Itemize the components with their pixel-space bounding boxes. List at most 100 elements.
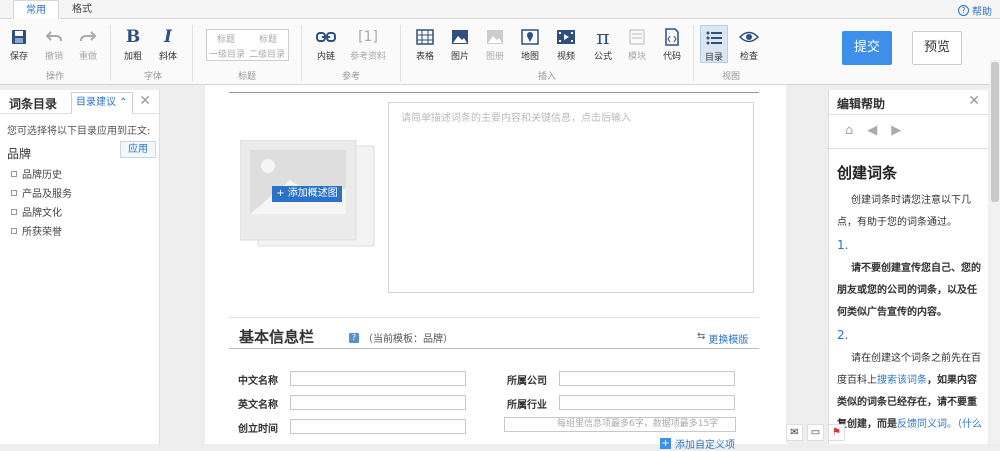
bold-icon: B bbox=[125, 27, 141, 47]
summary-textarea[interactable]: 请简单描述词条的主要内容和关键信息，点击后输入 bbox=[388, 102, 754, 293]
table-button[interactable]: 表格 bbox=[411, 27, 439, 62]
tab-common[interactable]: 常用 bbox=[13, 0, 59, 19]
submit-button[interactable]: 提交 bbox=[842, 31, 892, 65]
field-label-industry: 所属行业 bbox=[507, 400, 547, 411]
arrow-left-icon[interactable]: ◀ bbox=[867, 123, 877, 138]
toc-hint: 您可选择将以下目录应用到正文: bbox=[7, 126, 151, 137]
help-rule-1: 请不要创建宣传您自己、您的朋友或您的公司的词条，以及任何类似广告宣传的内容。 bbox=[837, 263, 981, 318]
custom-item-input[interactable]: 每组里信息项最多6字，数据项最多15字 bbox=[504, 417, 736, 432]
feedback-synonym-link[interactable]: 反馈同义词 bbox=[897, 419, 947, 430]
list-item[interactable]: 品牌文化 bbox=[11, 204, 62, 219]
help-panel-title: 编辑帮助 bbox=[837, 97, 886, 111]
info-box-title: 基本信息栏 bbox=[239, 328, 315, 346]
list-item[interactable]: 产品及服务 bbox=[11, 185, 72, 200]
album-button[interactable]: 图册 bbox=[481, 27, 509, 62]
italic-icon: I bbox=[164, 27, 172, 47]
tab-bar: 常用 格式 ? 帮助 bbox=[0, 0, 1000, 19]
code-button[interactable]: 代码 bbox=[658, 27, 686, 62]
group-operate: 操作 bbox=[45, 72, 64, 82]
redo-button[interactable]: 重做 bbox=[74, 27, 102, 62]
divider bbox=[229, 92, 759, 93]
scrollbar-thumb[interactable] bbox=[991, 62, 999, 202]
module-button[interactable]: 模块 bbox=[623, 27, 651, 62]
redo-icon bbox=[74, 27, 102, 47]
help-link[interactable]: ? 帮助 bbox=[958, 3, 992, 18]
help-rule-2: 请在创建这个词条之前先在百度百科上搜索该词条，如果内容类似的词条已经存在，请不要… bbox=[837, 353, 982, 430]
help-heading: 创建词条 bbox=[837, 164, 898, 182]
industry-input[interactable] bbox=[559, 395, 735, 410]
arrow-right-icon[interactable]: ▶ bbox=[891, 123, 901, 138]
close-icon[interactable]: ✕ bbox=[968, 93, 980, 109]
help-num-2: 2. bbox=[837, 328, 849, 342]
bullet-icon bbox=[11, 189, 17, 196]
innerlink-button[interactable]: 内链 bbox=[312, 27, 340, 62]
home-icon[interactable]: ⌂ bbox=[845, 123, 853, 138]
swap-icon: ⇆ bbox=[697, 331, 706, 342]
bullet-icon bbox=[11, 227, 17, 234]
template-note: ? （当前模板：品牌） bbox=[349, 330, 453, 345]
help-num-1: 1. bbox=[837, 238, 849, 252]
formula-button[interactable]: π 公式 bbox=[589, 25, 617, 62]
founded-input[interactable] bbox=[290, 419, 466, 434]
pi-icon: π bbox=[596, 25, 610, 49]
bullet-icon bbox=[11, 170, 17, 177]
undo-icon bbox=[40, 27, 68, 47]
question-icon[interactable]: ? bbox=[349, 332, 359, 343]
tab-toc-suggest[interactable]: 目录建议 ⌃ bbox=[71, 92, 133, 114]
preview-button[interactable]: 预览 bbox=[912, 31, 962, 65]
toc-category: 品牌 bbox=[7, 147, 32, 161]
summary-placeholder: 请简单描述词条的主要内容和关键信息，点击后输入 bbox=[401, 113, 631, 124]
help-intro: 创建词条时请您注意以下几点，有助于您的词条通过。 bbox=[837, 195, 971, 228]
group-insert: 插入 bbox=[537, 72, 556, 82]
close-icon[interactable]: ✕ bbox=[139, 93, 151, 109]
toc-button[interactable]: 目录 bbox=[700, 25, 728, 63]
field-label-company: 所属公司 bbox=[507, 376, 547, 387]
tab-format[interactable]: 格式 bbox=[60, 0, 104, 19]
cn-name-input[interactable] bbox=[290, 371, 466, 386]
group-font: 字体 bbox=[143, 72, 162, 82]
change-template-link[interactable]: ⇆ 更换模版 bbox=[697, 331, 748, 346]
map-button[interactable]: 地图 bbox=[516, 27, 544, 62]
video-button[interactable]: 视频 bbox=[552, 27, 580, 62]
list-item[interactable]: 品牌历史 bbox=[11, 166, 62, 181]
feedback-icon[interactable]: ✉ bbox=[786, 424, 803, 441]
eye-icon bbox=[735, 27, 763, 47]
bold-button[interactable]: B 加粗 bbox=[119, 27, 147, 62]
code-icon bbox=[658, 27, 686, 47]
search-entry-link[interactable]: 搜索该词条 bbox=[877, 375, 927, 386]
check-button[interactable]: 检查 bbox=[735, 27, 763, 62]
image-icon bbox=[446, 27, 474, 47]
reference-icon: [1] bbox=[358, 29, 378, 45]
reference-button[interactable]: [1] 参考资料 bbox=[348, 27, 388, 62]
apply-button[interactable]: 应用 bbox=[120, 141, 156, 158]
toc-panel-title: 词条目录 bbox=[9, 97, 58, 111]
undo-button[interactable]: 撤销 bbox=[40, 27, 68, 62]
group-view: 视图 bbox=[721, 72, 740, 82]
video-icon bbox=[552, 27, 580, 47]
bullet-icon bbox=[11, 208, 17, 215]
question-icon: ? bbox=[958, 5, 969, 16]
table-icon bbox=[411, 27, 439, 47]
en-name-input[interactable] bbox=[290, 395, 466, 410]
italic-button[interactable]: I 斜体 bbox=[154, 27, 182, 62]
help-panel: 编辑帮助 ✕ ⌂ ◀ ▶ 创建词条 创建词条时请您注意以下几点，有助于您的词条通… bbox=[828, 90, 988, 444]
save-icon bbox=[5, 27, 33, 47]
chevron-up-icon: ⌃ bbox=[116, 97, 128, 108]
list-item[interactable]: 所获荣誉 bbox=[11, 223, 62, 238]
field-label-founded: 创立时间 bbox=[238, 424, 278, 435]
field-label-en-name: 英文名称 bbox=[238, 400, 278, 411]
company-input[interactable] bbox=[559, 371, 735, 386]
field-label-cn-name: 中文名称 bbox=[238, 376, 278, 387]
save-button[interactable]: 保存 bbox=[5, 27, 33, 62]
module-icon bbox=[623, 27, 651, 47]
heading-selector[interactable]: 标题 标题 一级目录 二级目录 bbox=[206, 29, 289, 61]
group-ref: 参考 bbox=[341, 72, 360, 82]
flag-icon[interactable]: ⚑ bbox=[828, 424, 845, 441]
add-summary-image-button[interactable]: + 添加概述图 bbox=[272, 186, 342, 202]
map-pin-icon bbox=[516, 27, 544, 47]
toc-panel: 词条目录 目录建议 ⌃ ✕ 您可选择将以下目录应用到正文: 品牌 应用 品牌历史… bbox=[0, 90, 160, 444]
list-icon bbox=[701, 28, 727, 48]
album-icon bbox=[481, 27, 509, 47]
folder-icon[interactable]: ▭ bbox=[807, 424, 824, 441]
image-button[interactable]: 图片 bbox=[446, 27, 474, 62]
